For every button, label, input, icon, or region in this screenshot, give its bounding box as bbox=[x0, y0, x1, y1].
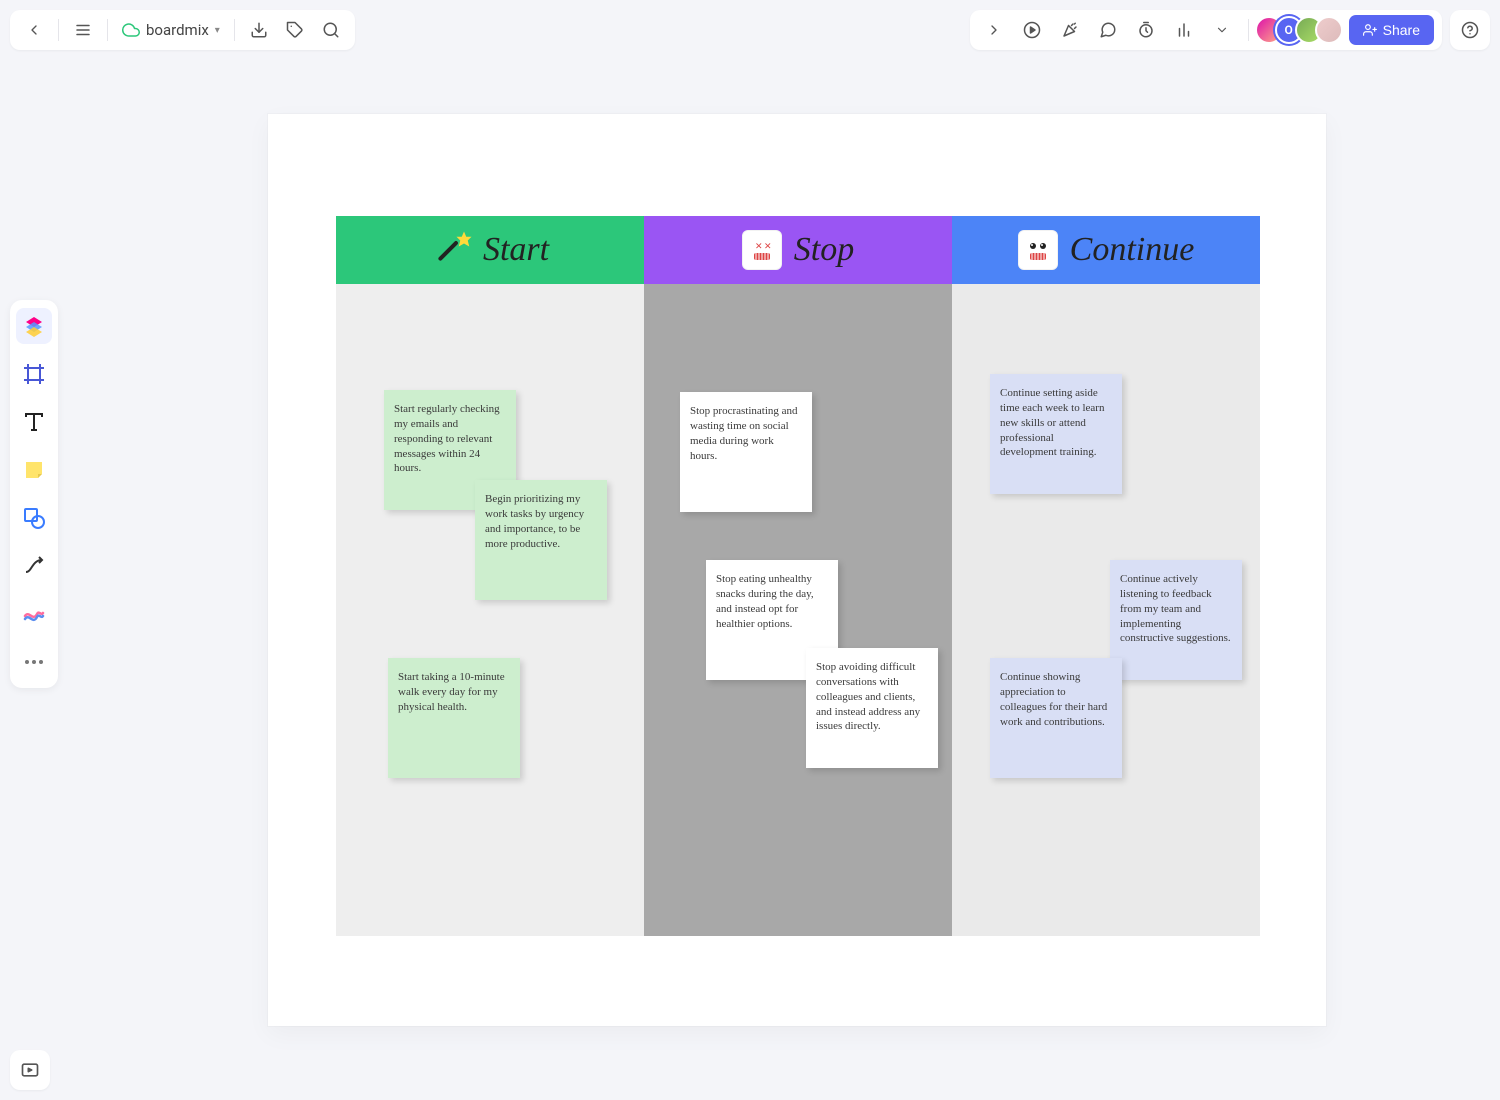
document-title-dropdown[interactable]: boardmix ▾ bbox=[116, 21, 226, 39]
sticky-note[interactable]: Continue showing appreciation to colleag… bbox=[990, 658, 1122, 778]
pen-icon bbox=[22, 602, 46, 626]
sticky-note[interactable]: Begin prioritizing my work tasks by urge… bbox=[475, 480, 607, 600]
column-start: Start Start regularly checking my emails… bbox=[336, 216, 644, 936]
share-icon bbox=[1363, 23, 1377, 37]
share-label: Share bbox=[1383, 22, 1420, 38]
minimap-icon bbox=[20, 1060, 40, 1080]
document-title: boardmix bbox=[146, 21, 209, 39]
search-button[interactable] bbox=[315, 14, 347, 46]
column-stop: ✕✕ Stop Stop procrastinating and wasting… bbox=[644, 216, 952, 936]
topbar-left: boardmix ▾ bbox=[10, 10, 355, 50]
share-button[interactable]: Share bbox=[1349, 15, 1434, 45]
tool-frame[interactable] bbox=[16, 356, 52, 392]
tool-connector[interactable] bbox=[16, 548, 52, 584]
play-button[interactable] bbox=[1016, 14, 1048, 46]
tag-button[interactable] bbox=[279, 14, 311, 46]
column-start-body[interactable]: Start regularly checking my emails and r… bbox=[336, 284, 644, 936]
text-icon bbox=[22, 410, 46, 434]
menu-button[interactable] bbox=[67, 14, 99, 46]
magic-wand-icon bbox=[431, 230, 471, 270]
back-button[interactable] bbox=[18, 14, 50, 46]
download-button[interactable] bbox=[243, 14, 275, 46]
svg-text:✕: ✕ bbox=[764, 242, 772, 252]
column-stop-title: Stop bbox=[794, 231, 854, 269]
timer-button[interactable] bbox=[1130, 14, 1162, 46]
column-stop-body[interactable]: Stop procrastinating and wasting time on… bbox=[644, 284, 952, 936]
retro-grid: Start Start regularly checking my emails… bbox=[336, 216, 1260, 936]
separator bbox=[58, 19, 59, 41]
collaborator-avatars[interactable]: O bbox=[1259, 16, 1343, 44]
tool-text[interactable] bbox=[16, 404, 52, 440]
robot-face-icon bbox=[1018, 230, 1058, 270]
separator bbox=[234, 19, 235, 41]
column-start-title: Start bbox=[483, 231, 549, 269]
chevron-down-icon: ▾ bbox=[215, 25, 220, 36]
tool-templates[interactable] bbox=[16, 308, 52, 344]
separator bbox=[107, 19, 108, 41]
more-tools-button[interactable] bbox=[1206, 14, 1238, 46]
collapse-button[interactable] bbox=[978, 14, 1010, 46]
sticky-note-icon bbox=[22, 458, 46, 482]
frame-icon bbox=[22, 362, 46, 386]
connector-icon bbox=[22, 554, 46, 578]
templates-icon bbox=[22, 314, 46, 338]
column-start-header[interactable]: Start bbox=[336, 216, 644, 284]
chart-button[interactable] bbox=[1168, 14, 1200, 46]
avatar[interactable] bbox=[1315, 16, 1343, 44]
column-continue-body[interactable]: Continue setting aside time each week to… bbox=[952, 284, 1260, 936]
cloud-sync-icon bbox=[122, 21, 140, 39]
column-continue-title: Continue bbox=[1070, 231, 1195, 269]
minimap-button[interactable] bbox=[10, 1050, 50, 1090]
separator bbox=[1248, 19, 1249, 41]
tool-sticky-note[interactable] bbox=[16, 452, 52, 488]
left-toolbar bbox=[10, 300, 58, 688]
tool-shape[interactable] bbox=[16, 500, 52, 536]
comment-button[interactable] bbox=[1092, 14, 1124, 46]
sticky-note[interactable]: Start taking a 10-minute walk every day … bbox=[388, 658, 520, 778]
sticky-note[interactable]: Stop avoiding difficult conversations wi… bbox=[806, 648, 938, 768]
topbar-right-tools: O Share bbox=[970, 10, 1442, 50]
dizzy-face-icon: ✕✕ bbox=[742, 230, 782, 270]
shape-icon bbox=[22, 506, 46, 530]
celebrate-button[interactable] bbox=[1054, 14, 1086, 46]
svg-text:✕: ✕ bbox=[755, 242, 763, 252]
column-continue-header[interactable]: Continue bbox=[952, 216, 1260, 284]
column-continue: Continue Continue setting aside time eac… bbox=[952, 216, 1260, 936]
column-stop-header[interactable]: ✕✕ Stop bbox=[644, 216, 952, 284]
topbar-right: O Share bbox=[970, 10, 1490, 50]
more-icon bbox=[22, 650, 46, 674]
sticky-note[interactable]: Continue setting aside time each week to… bbox=[990, 374, 1122, 494]
help-group bbox=[1450, 10, 1490, 50]
tool-more[interactable] bbox=[16, 644, 52, 680]
avatar-initial: O bbox=[1285, 23, 1293, 37]
help-button[interactable] bbox=[1454, 14, 1486, 46]
sticky-note[interactable]: Stop procrastinating and wasting time on… bbox=[680, 392, 812, 512]
sticky-note[interactable]: Continue actively listening to feedback … bbox=[1110, 560, 1242, 680]
tool-pen[interactable] bbox=[16, 596, 52, 632]
